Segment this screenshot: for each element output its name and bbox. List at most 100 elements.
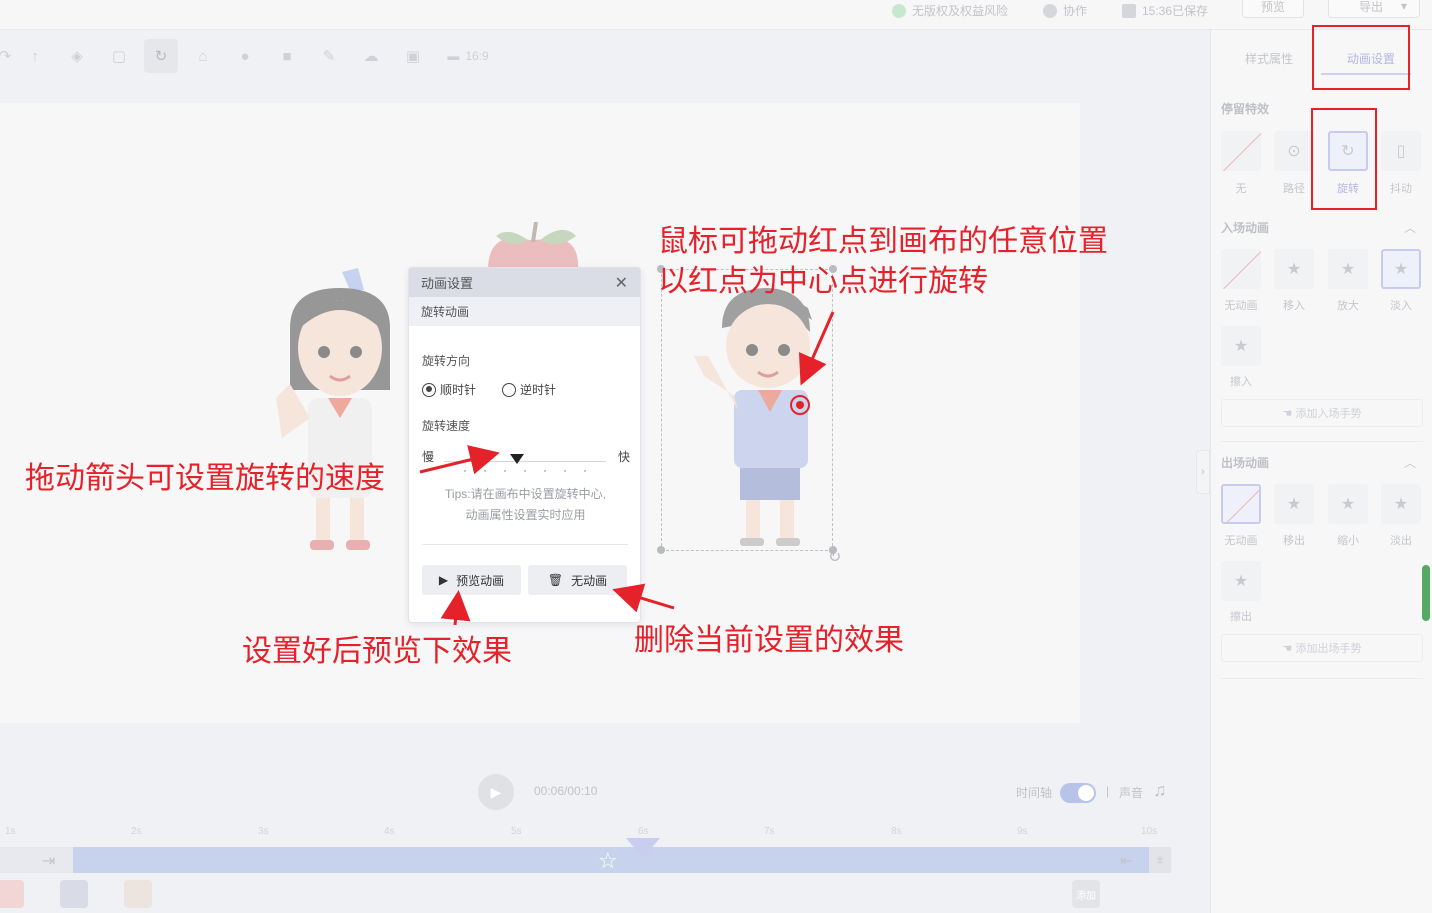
girl-thumbnail[interactable] (124, 880, 152, 908)
effect-none-card[interactable] (1221, 131, 1261, 171)
enter-zoom-in-card[interactable]: ★ (1328, 249, 1368, 289)
format-painter-icon[interactable]: ⌂ (186, 39, 220, 73)
none-slash-icon (1223, 487, 1259, 522)
star-icon[interactable]: ☆ (598, 848, 618, 874)
top-status-bar: 无版权及权益风险 协作 15:36已保存 预览 导出 ▾ (0, 0, 1432, 30)
effect-label: 放大 (1337, 300, 1359, 312)
preview-button[interactable]: 预览 (1242, 0, 1304, 18)
no-animation-button[interactable]: 🗑 无动画 (528, 565, 627, 595)
star-icon: ★ (1286, 496, 1302, 513)
collab-button[interactable]: 协作 (1043, 2, 1087, 19)
cloud-icon[interactable]: ☁ (354, 39, 388, 73)
exit-move-out-card[interactable]: ★ (1274, 484, 1314, 524)
chevron-down-icon: ▾ (1401, 0, 1408, 13)
effect-path-card[interactable]: ⊙ (1274, 131, 1314, 171)
tab-style-properties[interactable]: 样式属性 (1245, 50, 1293, 67)
slider-tick (544, 470, 546, 472)
ruler-tick: 4s (384, 826, 395, 837)
radio-empty-icon (502, 382, 517, 397)
exit-fade-out-card[interactable]: ★ (1381, 484, 1421, 524)
screen-icon: ▬ (447, 49, 460, 63)
annotation-speed: 拖动箭头可设置旋转的速度 (25, 461, 385, 496)
rotation-center-point[interactable] (790, 395, 810, 415)
microphone-icon[interactable]: ● (228, 39, 262, 73)
export-button[interactable]: 导出 ▾ (1328, 0, 1420, 18)
star-icon: ★ (1286, 261, 1302, 278)
timecode: 00:06/00:10 (534, 784, 598, 798)
star-icon: ★ (1340, 261, 1356, 278)
pen-icon[interactable]: ✎ (312, 39, 346, 73)
play-icon: ▶ (490, 783, 502, 800)
enter-move-in-card[interactable]: ★ (1274, 249, 1314, 289)
save-icon (1122, 3, 1136, 18)
none-slash-icon (1221, 250, 1261, 289)
trash-icon: 🗑 (547, 573, 564, 587)
highlight-box-animation-tab (1312, 25, 1410, 90)
ppt-icon[interactable]: ▣ (396, 39, 430, 73)
play-button[interactable]: ▶ (478, 774, 514, 810)
preview-animation-button[interactable]: ▶ 预览动画 (422, 565, 521, 595)
slider-thumb-arrow[interactable] (509, 454, 524, 464)
section-divider (1221, 441, 1423, 442)
sound-label: 声音 (1119, 786, 1144, 800)
camera-icon[interactable]: ■ (270, 39, 304, 73)
preview-animation-label: 预览动画 (456, 573, 505, 588)
effect-shake-card[interactable]: ▯ (1381, 131, 1421, 171)
chevron-up-icon[interactable]: ︿ (1404, 454, 1416, 471)
clockwise-radio[interactable]: 顺时针 (422, 381, 476, 398)
girl-character[interactable] (270, 268, 400, 558)
dialog-title: 动画设置 (421, 276, 474, 291)
aspect-ratio-button[interactable]: ▬ 16:9 (438, 39, 498, 73)
enter-marker-icon[interactable]: ⇥ (42, 851, 55, 871)
annotation-center-line2: 以红点为中心点进行旋转 (658, 264, 988, 299)
rotate-tool-icon[interactable]: ↻ (144, 39, 178, 73)
layers-icon[interactable]: ◈ (60, 39, 94, 73)
enter-wipe-in-card[interactable]: ★ (1221, 326, 1261, 366)
counterclockwise-radio[interactable]: 逆时针 (502, 381, 556, 398)
dialog-divider (422, 544, 628, 545)
star-icon: ★ (1233, 573, 1249, 590)
panel-scrollbar[interactable] (1422, 565, 1430, 621)
none-slash-icon (1221, 132, 1261, 171)
speed-slider[interactable]: 慢 快 (422, 448, 630, 472)
crop-icon[interactable]: ▢ (102, 39, 136, 73)
exit-marker-icon[interactable]: ⇤ (1120, 851, 1133, 871)
chevron-up-icon[interactable]: ︿ (1404, 219, 1416, 236)
annotation-center-line1: 鼠标可拖动红点到画布的任意位置 (658, 224, 1108, 259)
add-exit-gesture-button[interactable]: ☚ 添加出场手势 (1221, 634, 1423, 662)
add-layer-button[interactable]: 添加 (1072, 880, 1100, 908)
speed-label: 旋转速度 (422, 419, 471, 433)
track-lead (0, 847, 73, 873)
rotate-handle-icon[interactable]: ↻ (828, 547, 841, 567)
enter-fade-in-card[interactable]: ★ (1381, 249, 1421, 289)
star-icon: ★ (1393, 496, 1409, 513)
track-end-controls[interactable]: ± (1149, 847, 1171, 873)
tips-text: Tips:请在画布中设置旋转中心, 动画属性设置实时应用 (409, 484, 642, 526)
exit-wipe-out-card[interactable]: ★ (1221, 561, 1261, 601)
resize-handle-bl[interactable] (657, 546, 665, 554)
apple-sticker[interactable] (478, 222, 588, 270)
exit-none-card[interactable] (1221, 484, 1261, 524)
boy-thumbnail[interactable] (60, 880, 88, 908)
apple-thumbnail[interactable] (0, 880, 24, 908)
slider-tick (584, 470, 586, 472)
time-ruler: 1s 2s 3s 4s 5s 6s 7s 8s 9s 10s (0, 826, 1208, 844)
enter-none-card[interactable] (1221, 249, 1261, 289)
exit-shrink-card[interactable]: ★ (1328, 484, 1368, 524)
effect-label: 无 (1235, 183, 1247, 195)
slider-tick (484, 470, 486, 472)
playhead[interactable] (626, 838, 660, 858)
ruler-tick: 10s (1141, 826, 1158, 837)
slider-tick (504, 470, 506, 472)
add-enter-gesture-button[interactable]: ☚ 添加入场手势 (1221, 399, 1423, 427)
redo-icon[interactable]: ↷ (0, 39, 11, 73)
ruler-tick: 5s (511, 826, 522, 837)
close-icon[interactable]: ✕ (615, 273, 628, 293)
timeline-toggle[interactable] (1060, 783, 1096, 803)
slider-track[interactable] (444, 454, 606, 472)
music-note-icon[interactable]: ♫ (1153, 780, 1167, 801)
highlight-box-rotate-effect (1311, 108, 1377, 210)
move-up-icon[interactable]: ↑ (18, 39, 52, 73)
collapse-panel-tab[interactable]: › (1196, 450, 1210, 494)
tips-line-2: 动画属性设置实时应用 (465, 508, 586, 522)
